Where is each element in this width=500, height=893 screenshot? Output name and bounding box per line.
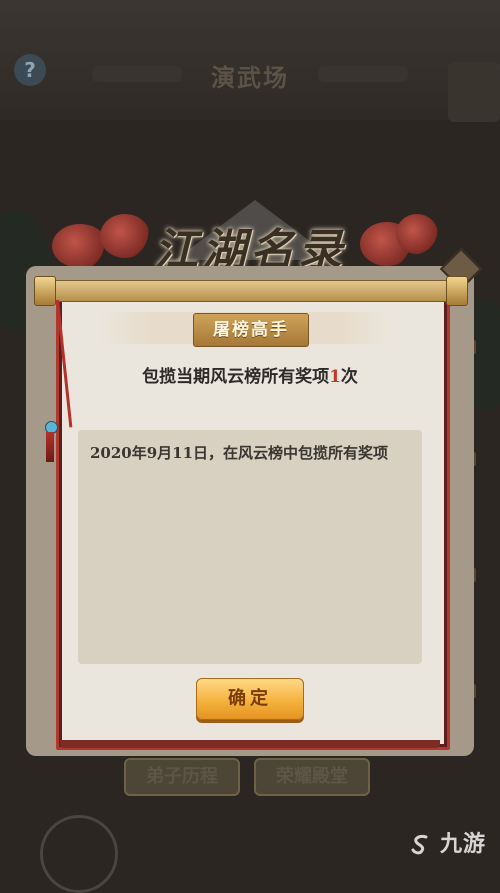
paper-bottom-edge [60,740,440,748]
flower-decoration [396,214,438,254]
scroll-rod-cap [446,276,468,306]
tab-disciple-history: 弟子历程 [124,758,240,796]
detail-text: 2020年9月11日，在风云榜中包揽所有奖项 [90,444,389,462]
tassel-tail [46,432,54,462]
confirm-button[interactable]: 确定 [196,678,304,720]
achievement-description: 包揽当期风云榜所有奖项1次 [56,362,444,387]
background-bar [318,66,408,82]
achievement-badge: 屠榜高手 [193,313,309,347]
watermark: 九游 [409,826,486,858]
screen-title: 演武场 [211,63,289,92]
tab-hall-of-honor: 荣耀殿堂 [254,758,370,796]
s-logo-icon [409,832,440,857]
watermark-text: 九游 [439,832,486,857]
background-bar [92,66,182,82]
description-count: 1 [329,367,341,387]
background-bar [448,62,500,122]
detail-box: 2020年9月11日，在风云榜中包揽所有奖项 [78,430,422,664]
scroll-rod-cap [34,276,56,306]
background-ring [40,815,118,893]
scroll-rod [36,280,466,302]
description-suffix: 次 [340,367,358,387]
description-text: 包揽当期风云榜所有奖项 [142,367,330,387]
